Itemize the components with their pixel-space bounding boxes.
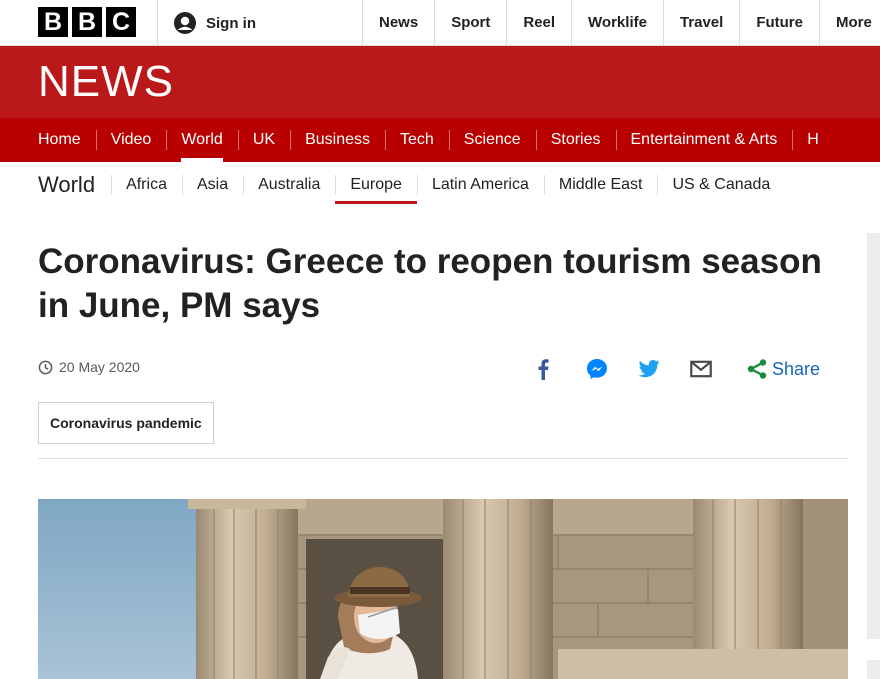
global-header: B B C Sign in News Sport Reel Worklife T… [0, 0, 880, 46]
share-tools: Share [532, 355, 820, 383]
news-masthead: NEWS [0, 46, 880, 118]
sub-nav-europe[interactable]: Europe [335, 162, 417, 208]
article-date: 20 May 2020 [59, 359, 140, 375]
email-icon[interactable] [690, 358, 712, 380]
top-nav-more[interactable]: More [819, 0, 880, 45]
sub-nav-asia[interactable]: Asia [181, 162, 243, 208]
twitter-icon[interactable] [638, 358, 660, 380]
divider [157, 0, 158, 45]
right-rail-panel [867, 233, 880, 639]
acropolis-tourist-photo [38, 499, 848, 679]
messenger-icon[interactable] [586, 358, 608, 380]
divider [38, 458, 848, 459]
bbc-logo[interactable]: B B C [38, 7, 136, 37]
topic-tag[interactable]: Coronavirus pandemic [38, 402, 214, 444]
share-icon [747, 359, 767, 379]
right-rail-panel [867, 660, 880, 679]
section-nav-entertainment-arts[interactable]: Entertainment & Arts [615, 118, 793, 162]
share-button[interactable]: Share [746, 358, 820, 380]
share-label: Share [772, 358, 821, 379]
article-headline: Coronavirus: Greece to reopen tourism se… [38, 242, 822, 325]
section-nav-world[interactable]: World [166, 118, 238, 162]
section-nav-home[interactable]: Home [38, 118, 96, 162]
sign-in-label: Sign in [206, 14, 256, 32]
facebook-icon[interactable] [532, 358, 554, 380]
section-nav-business[interactable]: Business [290, 118, 385, 162]
bbc-logo-letter: B [72, 7, 102, 37]
sub-nav-middle-east[interactable]: Middle East [543, 162, 658, 208]
sub-nav-australia[interactable]: Australia [243, 162, 335, 208]
top-nav-sport[interactable]: Sport [434, 0, 506, 45]
section-nav-health[interactable]: H [792, 118, 834, 162]
bbc-logo-letter: C [106, 7, 136, 37]
section-nav-uk[interactable]: UK [237, 118, 290, 162]
world-sub-nav: World Africa Asia Australia Europe Latin… [38, 162, 785, 208]
top-nav-reel[interactable]: Reel [506, 0, 571, 45]
sign-in-link[interactable]: Sign in [174, 12, 256, 34]
user-avatar-icon [174, 12, 196, 34]
sub-nav-title[interactable]: World [38, 172, 111, 198]
sub-nav-africa[interactable]: Africa [111, 162, 182, 208]
article-lead-image [38, 499, 848, 679]
top-nav: News Sport Reel Worklife Travel Future M… [362, 0, 880, 45]
news-logo[interactable]: NEWS [38, 56, 174, 108]
top-nav-future[interactable]: Future [739, 0, 819, 45]
article-dateline: 20 May 2020 [38, 359, 140, 375]
top-nav-worklife[interactable]: Worklife [571, 0, 663, 45]
sub-nav-latin-america[interactable]: Latin America [416, 162, 544, 208]
section-nav: Home Video World UK Business Tech Scienc… [0, 118, 880, 162]
top-nav-news[interactable]: News [362, 0, 434, 45]
clock-icon [38, 360, 53, 374]
sub-nav-us-canada[interactable]: US & Canada [657, 162, 785, 208]
section-nav-stories[interactable]: Stories [535, 118, 616, 162]
top-nav-travel[interactable]: Travel [662, 0, 739, 45]
section-nav-tech[interactable]: Tech [384, 118, 449, 162]
bbc-logo-letter: B [38, 7, 68, 37]
section-nav-science[interactable]: Science [448, 118, 536, 162]
section-nav-video[interactable]: Video [95, 118, 167, 162]
